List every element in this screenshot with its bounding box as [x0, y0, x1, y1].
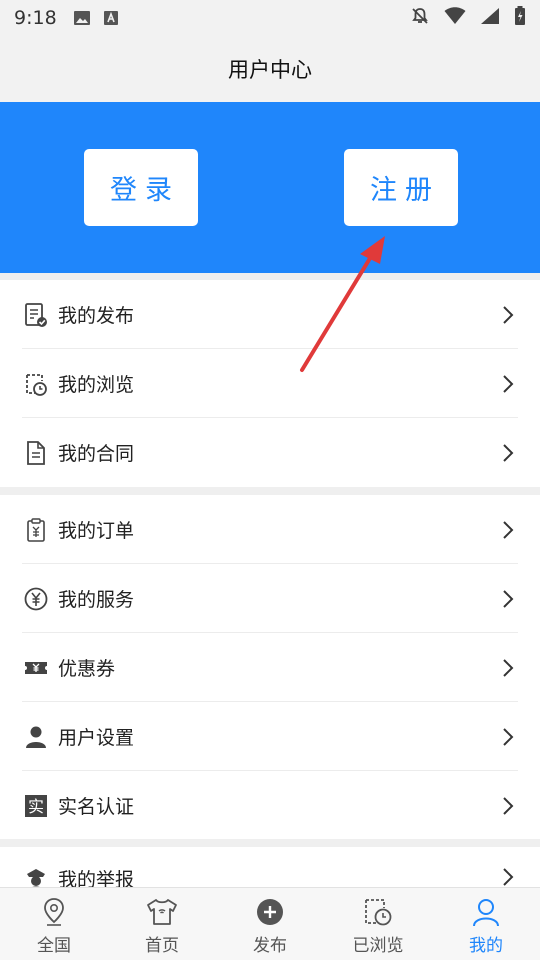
coupon-icon	[22, 654, 50, 682]
menu-item-my-orders[interactable]: 我的订单	[0, 495, 540, 564]
menu-item-label: 优惠券	[58, 658, 116, 680]
menu-group-tertiary: 我的举报	[0, 847, 540, 887]
tab-label: 首页	[145, 936, 179, 956]
menu-group-secondary: 我的订单 我的服务 优惠券 用户设置 实 实名认证	[0, 495, 540, 839]
status-time: 9:18	[14, 7, 57, 29]
chevron-right-icon	[502, 520, 514, 540]
menu-item-real-name-verification[interactable]: 实 实名认证	[0, 771, 540, 840]
status-right-icons	[410, 5, 526, 31]
order-receipt-icon	[22, 516, 50, 544]
image-icon	[73, 10, 91, 26]
battery-icon	[514, 5, 526, 31]
menu-item-my-contracts[interactable]: 我的合同	[0, 418, 540, 487]
menu-item-label: 我的服务	[58, 589, 135, 611]
chevron-right-icon	[502, 727, 514, 747]
tab-browsed[interactable]: 已浏览	[324, 888, 432, 960]
chevron-right-icon	[502, 443, 514, 463]
menu-item-my-reports[interactable]: 我的举报	[0, 847, 540, 887]
bottom-tab-bar: 全国 首页 发布 已浏览 我的	[0, 887, 540, 960]
chevron-right-icon	[502, 589, 514, 609]
real-name-glyph: 实	[28, 797, 44, 816]
tab-label: 全国	[37, 936, 71, 956]
title-bar: 用户中心	[0, 36, 540, 102]
history-clock-icon	[22, 370, 50, 398]
tab-label: 我的	[469, 936, 503, 956]
chevron-right-icon	[502, 374, 514, 394]
tab-home[interactable]: 首页	[108, 888, 216, 960]
menu-item-label: 用户设置	[58, 727, 135, 749]
tab-label: 已浏览	[352, 936, 404, 956]
a-badge-icon	[103, 10, 119, 26]
signal-icon	[480, 7, 500, 30]
menu-group-primary: 我的发布 我的浏览 我的合同	[0, 280, 540, 487]
menu-item-my-posts[interactable]: 我的发布	[0, 280, 540, 349]
menu-item-my-history[interactable]: 我的浏览	[0, 349, 540, 418]
chevron-right-icon	[502, 867, 514, 887]
page-title: 用户中心	[228, 58, 312, 82]
menu-item-user-settings[interactable]: 用户设置	[0, 702, 540, 771]
menu-item-label: 我的举报	[58, 869, 135, 887]
yen-circle-icon	[22, 585, 50, 613]
user-icon	[22, 723, 50, 751]
tab-publish[interactable]: 发布	[216, 888, 324, 960]
history-clock-icon	[362, 896, 394, 928]
real-name-icon: 实	[22, 792, 50, 820]
tab-label: 发布	[253, 936, 287, 956]
document-check-icon	[22, 301, 50, 329]
person-icon	[471, 896, 501, 928]
menu-item-label: 我的合同	[58, 443, 135, 465]
status-bar: 9:18	[0, 0, 540, 36]
menu-item-label: 我的浏览	[58, 374, 135, 396]
contract-file-icon	[22, 439, 50, 467]
hero-banner: 登录 注册	[0, 102, 540, 273]
tab-nationwide[interactable]: 全国	[0, 888, 108, 960]
register-button[interactable]: 注册	[344, 149, 458, 226]
location-pin-icon	[42, 896, 66, 928]
login-button[interactable]: 登录	[84, 149, 198, 226]
menu-item-label: 实名认证	[58, 796, 135, 818]
wifi-icon	[444, 6, 466, 30]
menu-item-label: 我的订单	[58, 520, 135, 542]
menu-item-coupons[interactable]: 优惠券	[0, 633, 540, 702]
chevron-right-icon	[502, 305, 514, 325]
menu-item-my-services[interactable]: 我的服务	[0, 564, 540, 633]
chevron-right-icon	[502, 796, 514, 816]
shirt-icon	[145, 896, 179, 928]
chevron-right-icon	[502, 658, 514, 678]
menu-item-label: 我的发布	[58, 305, 135, 327]
police-icon	[22, 865, 50, 887]
plus-circle-icon	[255, 896, 285, 928]
tab-mine[interactable]: 我的	[432, 888, 540, 960]
bell-off-icon	[410, 6, 430, 31]
